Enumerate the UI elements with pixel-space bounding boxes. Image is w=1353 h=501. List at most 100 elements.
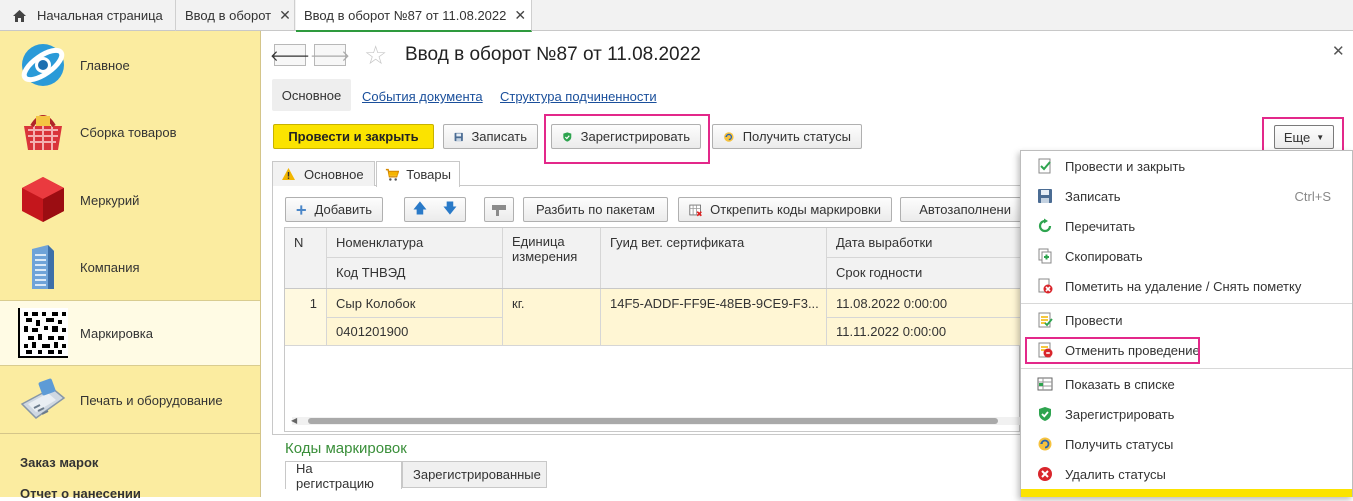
- more-button[interactable]: Еще ▼: [1274, 125, 1334, 149]
- autofill-label: Автозаполнени: [919, 202, 1011, 217]
- tab-main[interactable]: Основное: [272, 161, 375, 186]
- register-button[interactable]: Зарегистрировать: [551, 124, 701, 149]
- sidebar-item-label: Сборка товаров: [80, 125, 177, 140]
- menu-item-label: Записать: [1065, 189, 1121, 204]
- menu-item-label: Зарегистрировать: [1065, 407, 1174, 422]
- arrow-up-icon[interactable]: 🡅: [413, 198, 427, 222]
- building-icon: [18, 241, 68, 291]
- sidebar-link-order-marks[interactable]: Заказ марок: [20, 455, 98, 470]
- sidebar-link-report[interactable]: Отчет о нанесении: [20, 486, 141, 501]
- menu-item-post[interactable]: Провести: [1020, 305, 1353, 335]
- tab-home-label: Начальная страница: [37, 8, 163, 23]
- menu-item-register[interactable]: Зарегистрировать: [1020, 399, 1353, 429]
- refresh-status-icon: [1037, 436, 1053, 452]
- col-header-nomenclature[interactable]: Номенклатура: [327, 228, 502, 256]
- sidebar-item-label: Компания: [80, 260, 140, 275]
- autofill-button[interactable]: Автозаполнени: [900, 197, 1021, 222]
- favorite-star-icon[interactable]: ☆: [364, 42, 387, 68]
- menu-item-show-list[interactable]: Показать в списке: [1020, 369, 1353, 399]
- scanner-icon: [491, 203, 507, 217]
- menu-item-delete-status[interactable]: Удалить статусы: [1020, 459, 1353, 489]
- arrow-down-icon[interactable]: 🡇: [443, 198, 457, 222]
- post-icon: [1037, 312, 1053, 328]
- tab-input-list[interactable]: Ввод в оборот ✕: [177, 0, 295, 31]
- more-label: Еще: [1284, 130, 1310, 145]
- close-icon[interactable]: ✕: [514, 7, 526, 24]
- close-icon[interactable]: ✕: [279, 7, 291, 24]
- menu-item-post-close[interactable]: Провести и закрыть: [1020, 151, 1353, 181]
- basket-icon: [18, 106, 68, 156]
- menu-item-reload[interactable]: Перечитать: [1020, 211, 1353, 241]
- arrow-right-icon: 🡒: [310, 46, 350, 65]
- subnav-main[interactable]: Основное: [272, 79, 351, 111]
- unpin-label: Открепить коды маркировки: [710, 202, 881, 217]
- split-label: Разбить по пакетам: [536, 202, 655, 217]
- page-title: Ввод в оборот №87 от 11.08.2022: [405, 44, 701, 66]
- col-header-expiry[interactable]: Срок годности: [827, 258, 1020, 287]
- back-button[interactable]: 🡐: [274, 44, 306, 66]
- split-packages-button[interactable]: Разбить по пакетам: [523, 197, 668, 222]
- menu-item-label: Получить статусы: [1065, 437, 1173, 452]
- forward-button[interactable]: 🡒: [314, 44, 346, 66]
- menu-item-label: Перечитать: [1065, 219, 1135, 234]
- menu-item-save[interactable]: Записать Ctrl+S: [1020, 181, 1353, 211]
- table-row-prod-date[interactable]: 11.08.2022 0:00:00: [827, 289, 1020, 317]
- delete-status-icon: [1037, 466, 1053, 482]
- sidebar-item-company[interactable]: Компания: [0, 236, 260, 299]
- table-row-tnved[interactable]: 0401201900: [327, 318, 502, 345]
- scrollbar-thumb[interactable]: [308, 418, 998, 424]
- col-header-n[interactable]: N: [285, 228, 326, 256]
- col-header-prod-date[interactable]: Дата выработки: [827, 228, 1020, 256]
- mark-delete-icon: [1037, 278, 1053, 294]
- tab-to-register-label: На регистрацию: [296, 461, 391, 491]
- sidebar-item-main[interactable]: Главное: [0, 35, 260, 95]
- subnav-structure-link[interactable]: Структура подчиненности: [500, 89, 657, 104]
- sidebar-item-assembly[interactable]: Сборка товаров: [0, 100, 260, 165]
- codes-section-title: Коды маркировок: [285, 440, 407, 457]
- save-icon: [454, 129, 463, 145]
- subnav-main-label: Основное: [282, 88, 342, 103]
- col-header-unit[interactable]: Единица измерения: [503, 230, 600, 270]
- menu-item-copy[interactable]: Скопировать: [1020, 241, 1353, 271]
- tab-home[interactable]: Начальная страница: [0, 0, 176, 31]
- menu-item-label: Удалить статусы: [1065, 467, 1166, 482]
- scanner-button[interactable]: [484, 197, 514, 222]
- table-row-nomenclature[interactable]: Сыр Колобок: [327, 289, 502, 317]
- tab-main-label: Основное: [304, 167, 364, 182]
- menu-item-mark-delete[interactable]: Пометить на удаление / Снять пометку: [1020, 271, 1353, 301]
- table-row-n[interactable]: 1: [285, 289, 326, 317]
- sidebar-item-mercury[interactable]: Меркурий: [0, 168, 260, 233]
- unpin-codes-button[interactable]: Открепить коды маркировки: [678, 197, 892, 222]
- table-row-guid[interactable]: 14F5-ADDF-FF9E-48EB-9CE9-F3...: [601, 289, 826, 317]
- table-row-unit[interactable]: кг.: [503, 289, 600, 317]
- warning-icon: [281, 167, 296, 181]
- col-header-guid[interactable]: Гуид вет. сертификата: [601, 228, 826, 256]
- menu-item-get-status[interactable]: Получить статусы: [1020, 429, 1353, 459]
- show-list-icon: [1037, 376, 1053, 392]
- table-row-expiry[interactable]: 11.11.2022 0:00:00: [827, 318, 1020, 345]
- refresh-status-icon: [723, 129, 735, 145]
- col-header-tnved[interactable]: Код ТНВЭД: [327, 258, 502, 287]
- sidebar-item-print[interactable]: Печать и оборудование: [0, 368, 260, 432]
- grid-line: [285, 345, 1020, 346]
- sidebar-item-marking[interactable]: Маркировка: [0, 300, 260, 366]
- sidebar-item-label: Главное: [80, 58, 130, 73]
- card-terminal-icon: [18, 374, 68, 424]
- get-status-button[interactable]: Получить статусы: [712, 124, 862, 149]
- save-button[interactable]: Записать: [443, 124, 538, 149]
- shield-icon: [562, 129, 573, 145]
- tab-goods[interactable]: Товары: [376, 161, 460, 187]
- subnav-events-link[interactable]: События документа: [362, 89, 483, 104]
- scroll-left-icon[interactable]: ◀: [291, 416, 297, 425]
- close-icon[interactable]: ✕: [1332, 42, 1345, 60]
- tab-to-register[interactable]: На регистрацию: [285, 461, 402, 489]
- add-button[interactable]: Добавить: [285, 197, 383, 222]
- tab-registered[interactable]: Зарегистрированные: [402, 461, 547, 488]
- post-close-button[interactable]: Провести и закрыть: [273, 124, 434, 149]
- menu-item-shortcut: Ctrl+S: [1295, 189, 1331, 204]
- sidebar-divider: [0, 433, 260, 434]
- move-buttons[interactable]: 🡅 🡇: [404, 197, 466, 222]
- tab-registered-label: Зарегистрированные: [413, 467, 541, 482]
- tab-document[interactable]: Ввод в оборот №87 от 11.08.2022 ✕: [296, 0, 532, 32]
- menu-next-item-highlight[interactable]: [1021, 489, 1352, 497]
